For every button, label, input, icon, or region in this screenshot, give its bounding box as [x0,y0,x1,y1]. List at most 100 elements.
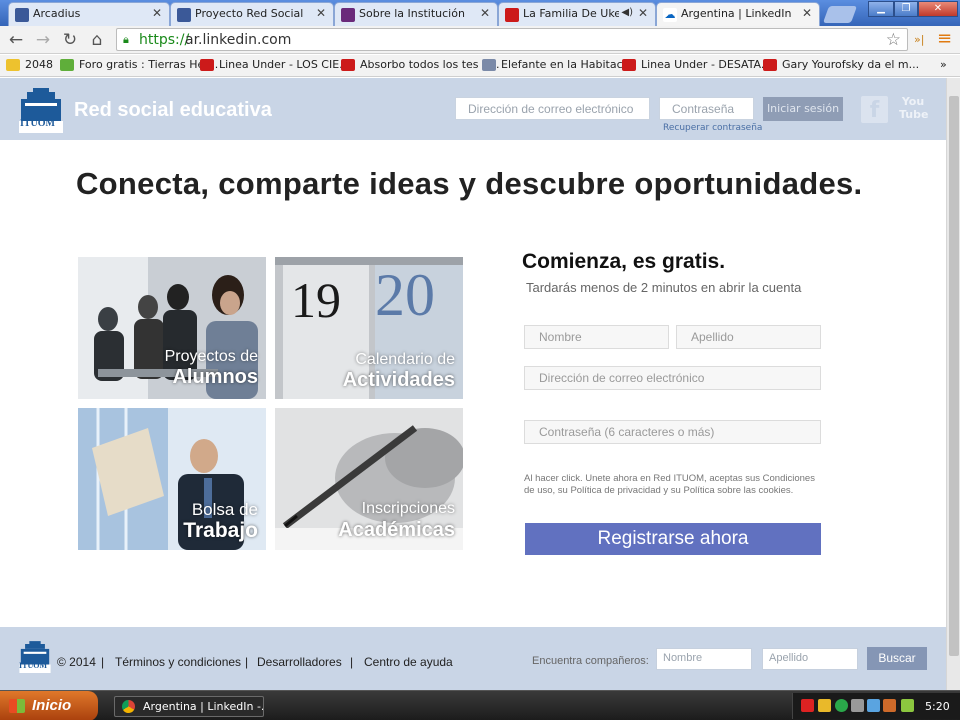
youtube-icon [622,59,636,71]
new-tab-button[interactable] [822,6,858,23]
whatsapp-icon[interactable] [835,699,848,712]
site-icon [482,59,496,71]
footer-separator: | [101,655,105,669]
register-button[interactable]: Registrarse ahora [525,523,821,555]
password-input[interactable]: Contraseña (6 caracteres o más) [524,420,821,444]
taskbar-item-browser[interactable]: Argentina | LinkedIn -... [114,696,264,717]
tab-proyecto-red-social[interactable]: Proyecto Red Social ✕ [170,2,334,26]
back-arrow-icon[interactable]: ← [6,30,26,50]
bookmark-label: Gary Yourofsky da el m... [782,58,920,71]
logo-text: ITUOM [20,118,55,129]
reload-icon[interactable]: ↻ [60,30,80,50]
restore-button[interactable]: ❐ [894,1,918,17]
bookmark-label: 2048 [25,58,53,71]
footer-link-centro-ayuda[interactable]: Centro de ayuda [364,655,453,669]
youtube-icon [763,59,777,71]
bookmark-absorbo[interactable]: Absorbo todos los tes d... [341,58,499,71]
chrome-icon [122,700,135,713]
minimize-button[interactable]: ▁ [868,1,894,17]
volume-icon[interactable] [883,699,896,712]
start-button[interactable]: Inicio [0,691,98,720]
site-logo[interactable]: ITUOM [19,85,63,137]
signup-subtitle: Tardarás menos de 2 minutos en abrir la … [526,280,802,295]
header-email-input[interactable]: Dirección de correo electrónico [455,97,650,120]
lock-icon: 🔒︎ [123,33,129,46]
bookmark-label: Foro gratis : Tierras Her... [79,58,219,71]
shield-icon[interactable] [818,699,831,712]
facebook-icon [177,8,191,22]
calendar-day-20: 20 [375,262,435,328]
search-button[interactable]: Buscar [867,647,927,670]
site-icon [341,8,355,22]
page-viewport: ITUOM Red social educativa Dirección de … [0,78,946,690]
linkedin-icon: ☁ [663,8,677,22]
bookmark-gary[interactable]: Gary Yourofsky da el m... [763,58,919,71]
bookmark-foro[interactable]: Foro gratis : Tierras Her... [60,58,218,71]
tab-la-familia-de-ukelele[interactable]: La Familia De Ukelele ◀) ✕ [498,2,656,26]
last-name-input[interactable]: Apellido [676,325,821,349]
close-icon[interactable]: ✕ [480,6,490,20]
bookmark-2048[interactable]: 2048 [6,58,53,71]
tile-label-line2: Actividades [342,369,455,391]
scrollbar-thumb[interactable] [949,96,959,656]
close-window-button[interactable]: ✕ [918,1,958,17]
bookmark-elefante[interactable]: Elefante en la Habitaci... [482,58,636,71]
tile-proyectos-alumnos[interactable]: Proyectos de Alumnos [78,257,266,399]
home-icon[interactable]: ⌂ [87,30,107,50]
menu-icon[interactable]: ≡ [937,28,952,49]
bookmark-star-icon[interactable]: ☆ [886,30,901,50]
2048-icon [6,59,20,71]
forward-arrow-icon[interactable]: → [33,30,53,50]
email-input[interactable]: Dirección de correo electrónico [524,366,821,390]
recover-password-link[interactable]: Recuperar contraseña [663,123,762,133]
bookmarks-overflow[interactable]: » [940,58,947,71]
acrobat-icon[interactable] [801,699,814,712]
footer-separator: | [350,655,354,669]
tab-strip: Arcadius ✕ Proyecto Red Social ✕ Sobre l… [0,0,960,26]
youtube-icon[interactable]: You Tube [899,95,928,125]
url-host: ar.linkedin.com [185,32,292,48]
tab-argentina-linkedin[interactable]: ☁ Argentina | LinkedIn ✕ [656,2,820,26]
first-name-input[interactable]: Nombre [524,325,669,349]
tile-label-line1: Bolsa de [191,500,258,519]
tab-sobre-la-institucion[interactable]: Sobre la Institución ✕ [334,2,498,26]
facebook-icon[interactable]: f [861,96,888,123]
taskbar-item-label: Argentina | LinkedIn -... [143,700,264,713]
browser-toolbar: ← → ↻ ⌂ 🔒︎ https:// ar.linkedin.com ☆ »|… [0,26,960,54]
address-bar[interactable]: 🔒︎ https:// ar.linkedin.com ☆ [116,28,908,51]
tab-arcadius[interactable]: Arcadius ✕ [8,2,170,26]
close-icon[interactable]: ✕ [316,6,326,20]
copyright: © 2014 [57,655,96,669]
extension-icon[interactable]: »| [914,33,924,46]
footer-first-name-input[interactable]: Nombre [656,648,752,670]
page-scrollbar[interactable] [946,78,960,690]
os-taskbar: Inicio Argentina | LinkedIn -... 5:20 [0,690,960,720]
close-icon[interactable]: ✕ [802,6,812,20]
bookmark-label: Linea Under - LOS CIE... [219,58,350,71]
windows-logo-icon [9,699,25,713]
start-label: Inicio [32,697,72,714]
close-icon[interactable]: ✕ [152,6,162,20]
bookmark-linea-under-2[interactable]: Linea Under - DESATA... [622,58,771,71]
tile-label-line2: Alumnos [172,366,258,388]
nvidia-icon[interactable] [901,699,914,712]
signup-title: Comienza, es gratis. [522,250,726,273]
bluetooth-icon[interactable] [867,699,880,712]
tile-bolsa-trabajo[interactable]: Bolsa de Trabajo [78,408,266,550]
footer-logo[interactable]: ITUOM [19,639,51,677]
header-password-input[interactable]: Contraseña [659,97,754,120]
login-button[interactable]: Iniciar sesión [763,97,843,121]
tile-calendario-actividades[interactable]: 19 20 Calendario de Actividades [275,257,463,399]
youtube-icon [200,59,214,71]
close-icon[interactable]: ✕ [638,6,648,20]
page-headline: Conecta, comparte ideas y descubre oport… [76,166,863,201]
tile-inscripciones-academicas[interactable]: Inscripciones Académicas [275,408,463,550]
tile-label-line1: Proyectos de [164,348,258,365]
network-icon[interactable] [851,699,864,712]
bookmark-linea-under-1[interactable]: Linea Under - LOS CIE... [200,58,350,71]
footer-last-name-input[interactable]: Apellido [762,648,858,670]
tile-label-line1: Calendario de [355,351,455,368]
footer-link-terminos[interactable]: Términos y condiciones [115,655,241,669]
speaker-icon: ◀) [621,7,633,18]
footer-link-desarrolladores[interactable]: Desarrolladores [257,655,342,669]
